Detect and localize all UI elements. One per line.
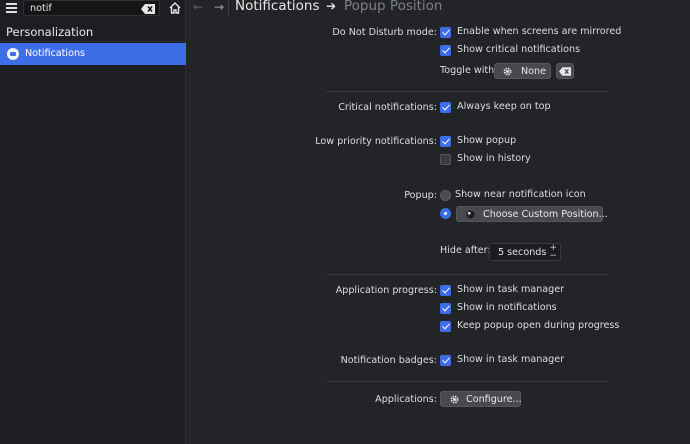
spinbox-value: 5 seconds: [498, 247, 547, 258]
checkbox-checked[interactable]: [440, 27, 451, 38]
hide-after-spinbox[interactable]: 5 seconds + −: [489, 243, 561, 261]
checkbox-label: Enable when screens are mirrored: [457, 26, 622, 37]
popup-label: Popup:: [404, 190, 437, 201]
sidebar-group-label: Personalization: [6, 25, 94, 39]
progress-label: Application progress:: [335, 285, 437, 296]
checkbox-label: Keep popup open during progress: [457, 320, 620, 331]
button-label: Configure...: [466, 394, 522, 405]
toggle-shortcut-button[interactable]: None: [494, 63, 551, 79]
clear-icon: [559, 67, 571, 76]
button-label: Choose Custom Position...: [483, 209, 608, 220]
sidebar-divider: [0, 41, 186, 42]
section-divider: [326, 274, 608, 275]
breadcrumb-parent[interactable]: Notifications: [235, 0, 320, 14]
checkbox-checked[interactable]: [440, 285, 451, 296]
clear-search-icon[interactable]: [141, 4, 155, 14]
position-icon: [466, 210, 475, 219]
search-box: [23, 0, 160, 16]
breadcrumb-current: Popup Position: [344, 0, 443, 14]
choose-custom-position-button[interactable]: Choose Custom Position...: [456, 206, 608, 222]
checkbox-label: Show in history: [457, 153, 531, 164]
checkbox-checked[interactable]: [440, 45, 451, 56]
checkbox-label: Show in notifications: [457, 302, 557, 313]
toggle-shortcut-value: None: [521, 66, 547, 77]
decrement-icon[interactable]: −: [549, 252, 557, 261]
checkbox-label: Show in task manager: [457, 354, 565, 365]
hamburger-menu-icon[interactable]: [6, 3, 17, 13]
low-priority-label: Low priority notifications:: [315, 136, 437, 147]
checkbox-checked[interactable]: [440, 355, 451, 366]
back-arrow-icon[interactable]: ←: [193, 0, 203, 14]
checkbox-label: Show in task manager: [457, 284, 565, 295]
gear-icon: [503, 67, 512, 76]
header-divider: [228, 0, 229, 16]
home-icon[interactable]: [169, 2, 181, 14]
section-divider: [326, 91, 608, 92]
configure-button[interactable]: Configure...: [440, 391, 522, 407]
radio-label: Show near notification icon: [455, 189, 586, 200]
critical-label: Critical notifications:: [338, 102, 437, 113]
checkbox-label: Always keep on top: [457, 101, 551, 112]
gear-icon: [450, 395, 459, 404]
sidebar-item-label: Notifications: [25, 48, 86, 59]
checkbox-checked[interactable]: [440, 303, 451, 314]
sidebar-item-notifications[interactable]: Notifications: [0, 43, 186, 65]
sidebar-toolbar: [0, 0, 186, 16]
radio-unselected[interactable]: [440, 190, 451, 201]
header: ← → Notifications ➔ Popup Position: [187, 0, 690, 16]
sidebar: Personalization Notifications: [0, 0, 186, 444]
dnd-label: Do Not Disturb mode:: [332, 27, 437, 38]
badges-label: Notification badges:: [340, 355, 437, 366]
radio-selected[interactable]: [440, 208, 451, 219]
checkbox-unchecked[interactable]: [440, 154, 451, 165]
checkbox-checked[interactable]: [440, 321, 451, 332]
applications-label: Applications:: [375, 394, 437, 405]
checkbox-label: Show critical notifications: [457, 44, 581, 55]
search-input[interactable]: [30, 2, 135, 15]
checkbox-label: Show popup: [457, 135, 517, 146]
hide-after-label: Hide after:: [440, 245, 491, 256]
forward-arrow-icon[interactable]: →: [214, 0, 224, 14]
toggle-with-label: Toggle with:: [440, 65, 498, 76]
breadcrumb-arrow-icon: ➔: [326, 0, 337, 13]
clear-shortcut-button[interactable]: [556, 63, 574, 79]
notifications-icon: [7, 48, 19, 60]
section-divider: [326, 381, 608, 382]
checkbox-checked[interactable]: [440, 102, 451, 113]
checkbox-checked[interactable]: [440, 136, 451, 147]
